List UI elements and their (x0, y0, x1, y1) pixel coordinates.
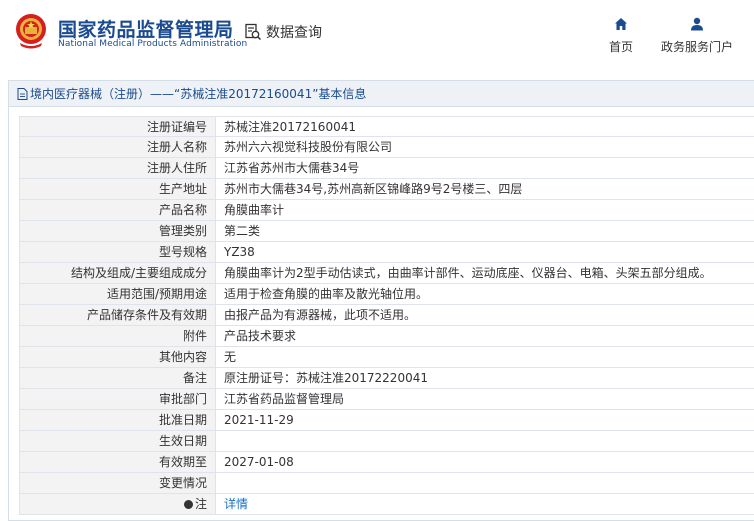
detail-row: 注册人名称 苏州六六视觉科技股份有限公司 (19, 137, 754, 158)
detail-table: 注册证编号 苏械注准20172160041 注册人名称 苏州六六视觉科技股份有限公司… (19, 116, 754, 515)
detail-row: 生效日期 (19, 431, 754, 452)
field-value: 江苏省药品监督管理局 (224, 392, 345, 406)
field-label-note: 注 (20, 494, 216, 514)
field-label: 产品储存条件及有效期 (20, 305, 216, 325)
field-label: 其他内容 (20, 347, 216, 367)
field-value: 无 (224, 350, 237, 364)
data-query-label: 数据查询 (266, 25, 322, 41)
detail-panel: 境内医疗器械（注册）——“苏械注准20172160041”基本信息 注册证编号苏… (8, 80, 754, 521)
detail-row: 适用范围/预期用途 适用于检查角膜的曲率及散光轴位用。 (19, 284, 754, 305)
detail-row: 管理类别 第二类 (19, 221, 754, 242)
field-label: 生产地址 (20, 179, 216, 199)
detail-row: 产品名称 角膜曲率计 (19, 200, 754, 221)
bulb-icon (183, 500, 193, 509)
detail-row: 审批部门 江苏省药品监督管理局 (19, 389, 754, 410)
detail-row: 型号规格 YZ38 (19, 242, 754, 263)
brand-subtitle: National Medical Products Administration (58, 39, 248, 49)
field-label: 有效期至 (20, 452, 216, 472)
detail-row: 注册人住所 江苏省苏州市大儒巷34号 (19, 158, 754, 179)
field-label: 附件 (20, 326, 216, 346)
detail-row: 生产地址 苏州市大儒巷34号,苏州高新区锦峰路9号2号楼三、四层 (19, 179, 754, 200)
field-label: 结构及组成/主要组成成分 (20, 263, 216, 283)
home-icon (615, 18, 627, 30)
field-label: 注册人名称 (20, 137, 216, 157)
nav-home-label: 首页 (608, 40, 633, 54)
nav-service-portal[interactable]: 政务服务门户 (655, 17, 739, 55)
field-label: 型号规格 (20, 242, 216, 262)
field-value: 2021-11-29 (224, 413, 294, 427)
field-value (216, 473, 754, 493)
field-value: 2027-01-08 (224, 455, 294, 469)
detail-row: 注册证编号 苏械注准20172160041 (19, 116, 754, 137)
field-value: YZ38 (224, 245, 255, 259)
document-search-icon (245, 23, 262, 41)
field-value: 产品技术要求 (224, 329, 297, 343)
field-label: 适用范围/预期用途 (20, 284, 216, 304)
field-label: 注册人住所 (20, 158, 216, 178)
field-label: 产品名称 (20, 200, 216, 220)
field-value: 苏械注准20172160041 (224, 120, 356, 134)
field-value: 苏州六六视觉科技股份有限公司 (224, 140, 393, 154)
national-emblem-icon (16, 14, 46, 49)
field-value: 角膜曲率计为2型手动估读式，由曲率计部件、运动底座、仪器台、电箱、头架五部分组成… (224, 266, 712, 280)
field-value: 原注册证号：苏械注准20172220041 (224, 371, 428, 385)
field-value: 第二类 (224, 224, 261, 238)
nav-home[interactable]: 首页 (601, 17, 641, 55)
detail-row: 附件 产品技术要求 (19, 326, 754, 347)
details-link[interactable]: 详情 (224, 497, 248, 511)
data-query-link[interactable]: 数据查询 (244, 22, 322, 42)
detail-row: 产品储存条件及有效期 由报产品为有源器械，此项不适用。 (19, 305, 754, 326)
detail-row: 有效期至 2027-01-08 (19, 452, 754, 473)
field-label: 注册证编号 (20, 117, 216, 136)
detail-row: 结构及组成/主要组成成分 角膜曲率计为2型手动估读式，由曲率计部件、运动底座、仪器… (19, 263, 754, 284)
field-label: 生效日期 (20, 431, 216, 451)
detail-row: 备注 原注册证号：苏械注准20172220041 (19, 368, 754, 389)
field-label: 管理类别 (20, 221, 216, 241)
detail-row: 注 详情 (19, 494, 754, 515)
field-value (216, 431, 754, 451)
note-label: 注 (194, 497, 207, 511)
field-value: 由报产品为有源器械，此项不适用。 (224, 308, 417, 322)
panel-title: 境内医疗器械（注册）——“苏械注准20172160041”基本信息 (30, 87, 367, 101)
field-value: 详情 (216, 494, 754, 514)
field-value: 适用于检查角膜的曲率及散光轴位用。 (224, 287, 429, 301)
nav-service-label: 政务服务门户 (660, 40, 733, 54)
brand-title: 国家药品监督管理局 (58, 19, 234, 41)
detail-row: 其他内容无 (19, 347, 754, 368)
user-icon (691, 17, 703, 31)
panel-header: 境内医疗器械（注册）——“苏械注准20172160041”基本信息 (9, 81, 754, 107)
field-label: 批准日期 (20, 410, 216, 430)
field-value: 苏州市大儒巷34号,苏州高新区锦峰路9号2号楼三、四层 (224, 182, 523, 196)
field-value: 角膜曲率计 (224, 203, 285, 217)
field-label: 审批部门 (20, 389, 216, 409)
field-label: 变更情况 (20, 473, 216, 493)
document-icon (17, 87, 28, 100)
detail-row: 变更情况 (19, 473, 754, 494)
detail-row: 批准日期 2021-11-29 (19, 410, 754, 431)
site-header: 国家药品监督管理局 National Medical Products Admi… (0, 0, 754, 70)
field-value: 江苏省苏州市大儒巷34号 (224, 161, 360, 175)
field-label: 备注 (20, 368, 216, 388)
